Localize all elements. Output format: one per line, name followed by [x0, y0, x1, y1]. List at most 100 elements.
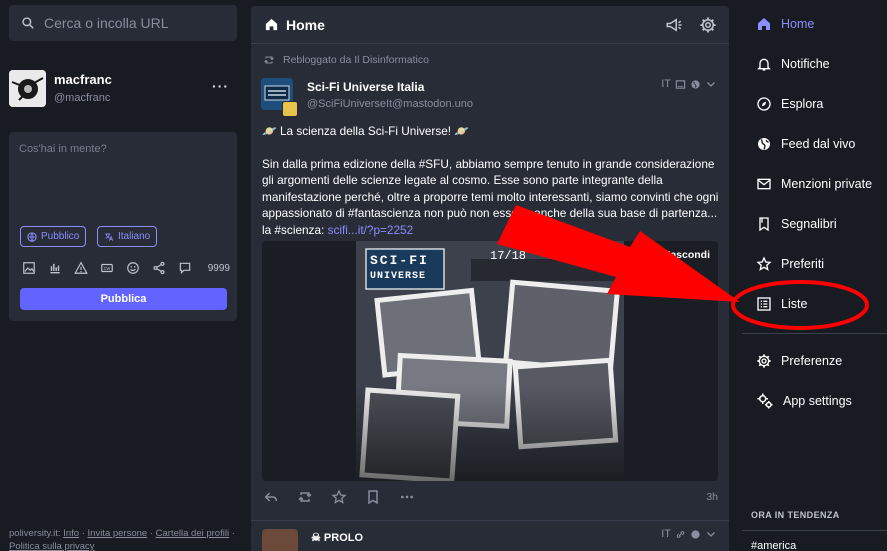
media-logo-line1: SCI-FI: [370, 253, 429, 268]
post-avatar[interactable]: [262, 529, 298, 551]
gear-icon: [756, 353, 772, 369]
visibility-button[interactable]: Pubblico: [20, 226, 87, 247]
reblog-indicator: Rebloggato da Il Disinformatico: [263, 54, 429, 66]
nav-item-home[interactable]: Home: [756, 14, 814, 34]
post-actions: 3h: [262, 488, 718, 506]
post-meta: IT: [661, 528, 717, 540]
bell-icon: [756, 56, 772, 72]
post-language: IT: [661, 528, 671, 540]
nav-item-notifications[interactable]: Notifiche: [756, 54, 830, 74]
boost-icon[interactable]: [296, 488, 314, 506]
globe-icon: [27, 231, 37, 242]
avatar[interactable]: [9, 69, 46, 107]
account-handle: @macfranc: [54, 92, 111, 104]
post-divider: [251, 520, 729, 521]
globe-icon: [690, 529, 701, 540]
search-input[interactable]: [44, 15, 224, 31]
booster-avatar[interactable]: [282, 101, 298, 117]
post-time[interactable]: 3h: [706, 491, 718, 503]
nav-item-favourites[interactable]: Preferiti: [756, 254, 824, 274]
account-card: macfranc @macfranc ···: [9, 68, 237, 108]
account-menu-button[interactable]: ···: [212, 78, 229, 94]
list-icon: [756, 296, 772, 312]
compose-form: Pubblico Italiano CW 9999 Pubblica: [9, 132, 237, 321]
language-button[interactable]: Italiano: [97, 226, 158, 247]
nav-item-live-feed[interactable]: Feed dal vivo: [756, 134, 855, 154]
nav-label: Menzioni private: [781, 177, 873, 191]
column-settings-icon[interactable]: [699, 16, 717, 34]
nav-item-app-settings[interactable]: App settings: [756, 391, 852, 411]
star-icon: [756, 256, 772, 272]
nav-label: Preferenze: [781, 354, 843, 368]
compass-icon: [756, 96, 772, 112]
footer-directory-link[interactable]: Cartella dei profili: [156, 528, 229, 539]
column-title: Home: [286, 16, 325, 33]
bookmark-icon[interactable]: [364, 488, 382, 506]
left-column: macfranc @macfranc ··· Pubblico Italiano…: [0, 0, 245, 551]
post-author[interactable]: Sci-Fi Universe Italia: [307, 80, 424, 94]
link-icon: [675, 529, 686, 540]
footer-links: poliversity.it: Info · Invita persone · …: [9, 528, 235, 551]
poll-icon[interactable]: [46, 259, 64, 277]
footer-privacy-link[interactable]: Politica sulla privacy: [9, 541, 95, 551]
hide-media-button[interactable]: Nascondi: [663, 249, 710, 261]
post-link[interactable]: scifi...it/?p=2252: [328, 223, 414, 237]
warning-icon[interactable]: [72, 259, 90, 277]
nav-label: Home: [781, 17, 815, 31]
nav-item-explore[interactable]: Esplora: [756, 94, 823, 114]
chevron-down-icon[interactable]: [705, 528, 717, 540]
nav-label: Notifiche: [781, 57, 830, 71]
search-icon: [21, 16, 35, 30]
svg-text:CW: CW: [104, 266, 111, 271]
globe-icon: [756, 136, 772, 152]
globe-icon: [690, 79, 701, 90]
account-display-name[interactable]: macfranc: [54, 72, 112, 87]
publish-button[interactable]: Pubblica: [20, 288, 227, 310]
media-date: 17/18: [490, 249, 527, 263]
quote-icon[interactable]: [176, 259, 194, 277]
media-icon: [675, 79, 686, 90]
language-label: Italiano: [118, 231, 151, 242]
nav-label: Feed dal vivo: [781, 137, 856, 151]
media-logo-line2: UNIVERSE: [370, 271, 427, 282]
search-bar[interactable]: [9, 5, 237, 41]
column-header[interactable]: Home: [251, 6, 729, 44]
nav-label: Preferiti: [781, 257, 825, 271]
post-meta: IT: [661, 78, 717, 90]
footer-info-link[interactable]: Info: [63, 528, 79, 539]
nav-label: App settings: [783, 394, 852, 408]
share-icon[interactable]: [150, 259, 168, 277]
compose-textarea[interactable]: [9, 132, 237, 218]
reblog-label[interactable]: Rebloggato da Il Disinformatico: [283, 54, 429, 66]
visibility-label: Pubblico: [41, 231, 80, 242]
translate-icon: [104, 232, 114, 242]
nav-item-lists[interactable]: Liste: [756, 294, 807, 314]
chevron-down-icon[interactable]: [705, 78, 717, 90]
emoji-icon[interactable]: [124, 259, 142, 277]
more-icon[interactable]: [398, 488, 416, 506]
star-icon[interactable]: [330, 488, 348, 506]
home-icon: [264, 17, 279, 32]
gears-icon: [756, 392, 774, 410]
trending-divider: [742, 530, 887, 531]
media-gallery[interactable]: SCI-FI UNIVERSE 17/18 Nascondi: [262, 241, 718, 481]
content-warning-icon[interactable]: CW: [98, 259, 116, 277]
nav-item-private-mentions[interactable]: Menzioni private: [756, 174, 872, 194]
announcements-icon[interactable]: [665, 16, 683, 34]
home-icon: [756, 16, 772, 32]
bookmark-icon: [756, 216, 772, 232]
nav-item-bookmarks[interactable]: Segnalibri: [756, 214, 837, 234]
trending-hashtag[interactable]: #america: [751, 540, 796, 551]
image-icon[interactable]: [20, 259, 38, 277]
footer-invite-link[interactable]: Invita persone: [88, 528, 148, 539]
home-column: Home Rebloggato da Il Disinformatico Sci…: [251, 6, 729, 551]
post-content: 🪐 La scienza della Sci-Fi Universe! 🪐 Si…: [262, 123, 722, 254]
reply-icon[interactable]: [262, 488, 280, 506]
compose-toolbar: CW 9999: [20, 259, 230, 277]
nav-item-preferences[interactable]: Preferenze: [756, 351, 842, 371]
post-handle[interactable]: @SciFiUniverseIt@mastodon.uno: [307, 98, 473, 110]
post-author[interactable]: ☠ PROLO: [311, 531, 363, 544]
character-counter: 9999: [207, 262, 230, 274]
nav-label: Esplora: [781, 97, 824, 111]
navigation-panel: Home Notifiche Esplora Feed dal vivo Men…: [742, 0, 887, 551]
